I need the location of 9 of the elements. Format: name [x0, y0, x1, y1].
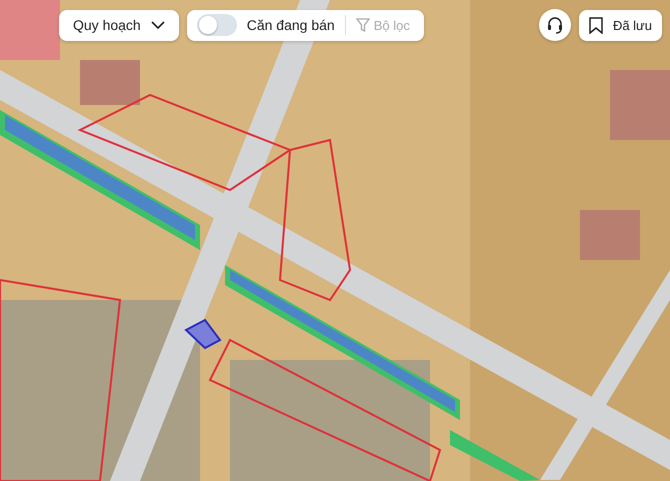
saved-button[interactable]: Đã lưu	[578, 10, 662, 40]
chevron-down-icon	[150, 20, 165, 30]
map-drawing[interactable]	[0, 0, 670, 481]
layer-dropdown[interactable]: Quy hoạch	[59, 10, 179, 40]
headset-icon	[546, 16, 564, 34]
toggle-switch[interactable]	[196, 14, 237, 36]
filter-icon	[356, 18, 370, 32]
bookmark-icon	[588, 16, 603, 34]
toggle-label: Căn đang bán	[246, 17, 335, 33]
